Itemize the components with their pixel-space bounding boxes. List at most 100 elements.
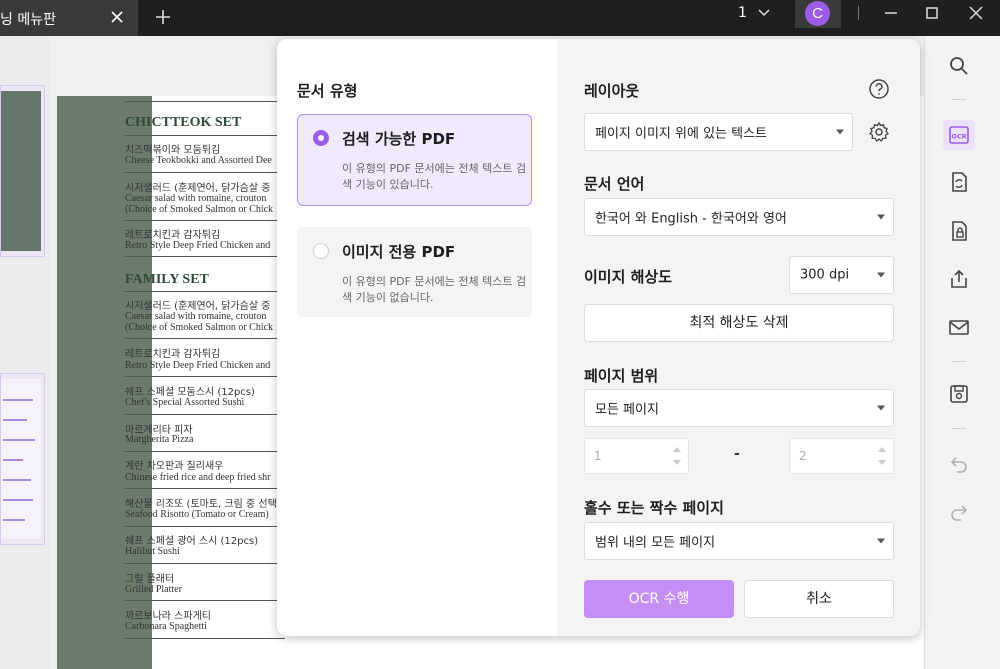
option-searchable-pdf[interactable]: 검색 가능한 PDF 이 유형의 PDF 문서에는 전체 텍스트 검색 기능이 … [297,114,532,206]
option-image-only-pdf[interactable]: 이미지 전용 PDF 이 유형의 PDF 문서에는 전체 텍스트 검색 기능이 … [297,227,532,317]
menu-item-en: (Choice of Smoked Salmon or Chick [125,322,274,333]
menu-item-ko: 쉐프 스페셜 광어 스시 (12pcs) [125,536,259,547]
undo-icon[interactable] [947,452,971,476]
menu-item-en: Chinese fried rice and deep fried shr [125,472,271,483]
page-range-value: 모든 페이지 [595,402,659,418]
menu-item-ko: 치즈떡볶이와 모둠튀김 [125,145,221,156]
menu-item-en: Margherita Pizza [125,434,194,445]
rail-divider [952,428,966,429]
rail-divider [952,99,966,100]
account-button[interactable]: C [795,0,841,28]
caret-down-icon [877,272,885,278]
protect-icon[interactable] [947,219,971,243]
menu-item-ko: 까르보나라 스파게티 [125,611,211,622]
menu-item-ko: 쉐프 스페셜 모둠스시 (12pcs) [125,387,255,398]
stepper-up-icon[interactable] [878,447,886,452]
menu-section-title: FAMILY SET [125,272,209,287]
range-separator: - [734,446,740,462]
range-to-stepper[interactable]: 2 [789,438,894,474]
thumbnail-image [1,379,41,539]
mail-icon[interactable] [947,315,971,339]
range-from-stepper[interactable]: 1 [584,438,689,474]
language-select[interactable]: 한국어 와 English - 한국어와 영어 [584,198,894,236]
doc-type-heading: 문서 유형 [297,82,358,100]
menu-item-en: Halibut Sushi [125,546,180,557]
menu-item-en: Carbonara Spaghetti [125,621,207,632]
menu-item-ko: 그릴 플래터 [125,574,175,585]
cancel-button[interactable]: 취소 [744,580,894,618]
resolution-heading: 이미지 해상도 [584,268,673,286]
option-title: 검색 가능한 PDF [342,130,456,148]
odd-even-select[interactable]: 범위 내의 모든 페이지 [584,522,894,560]
save-icon[interactable] [947,382,971,406]
menu-item-ko: 시저샐러드 (훈제연어, 닭가슴살 중 [125,301,271,312]
menu-item-ko: 시저샐러드 (훈제연어, 닭가슴살 중 [125,183,271,194]
layout-select[interactable]: 페이지 이미지 위에 있는 텍스트 [584,113,853,151]
menu-item-en: Chef's Special Assorted Sushi [125,397,245,408]
svg-text:OCR: OCR [951,133,966,141]
gear-icon[interactable] [868,121,890,143]
menu-item-en: Retro Style Deep Fried Chicken and [125,360,271,371]
stepper-down-icon[interactable] [878,460,886,465]
menu-item-ko: 해산물 리조또 (토마토, 크림 중 선택 [125,499,277,510]
page-range-heading: 페이지 범위 [584,367,659,385]
ocr-settings-panel: 레이아웃 페이지 이미지 위에 있는 텍스트 문서 언어 한국어 와 Engli… [557,39,920,636]
menu-section-title: CHICTTEOK SET [125,115,242,130]
menu-item-ko: 레트로치킨과 감자튀김 [125,349,221,360]
window-count[interactable]: 1 [738,5,747,21]
menu-item-en: Seafood Risotto (Tomato or Cream) [125,509,269,520]
convert-icon[interactable] [947,170,971,194]
ocr-dialog: 문서 유형 검색 가능한 PDF 이 유형의 PDF 문서에는 전체 텍스트 검… [277,39,920,636]
search-icon[interactable] [947,54,971,78]
caret-down-icon [877,405,885,411]
maximize-icon[interactable] [922,3,942,23]
language-value: 한국어 와 English - 한국어와 영어 [595,211,787,227]
page-thumbnail-1[interactable] [0,85,45,257]
redo-icon[interactable] [947,500,971,524]
menu-item-en: (Choice of Smoked Salmon or Chick [125,204,274,215]
layout-heading: 레이아웃 [584,82,640,100]
odd-even-value: 범위 내의 모든 페이지 [595,535,716,551]
radio-selected[interactable] [313,130,329,146]
resolution-value: 300 dpi [800,267,850,283]
new-tab-icon[interactable] [152,6,174,28]
page-thumbnail-2[interactable] [0,373,45,545]
resolution-select[interactable]: 300 dpi [789,256,894,294]
menu-item-ko: 레트로치킨과 감자튀김 [125,230,221,241]
document-tab[interactable]: 닝 메뉴판 [0,0,138,36]
layout-value: 페이지 이미지 위에 있는 텍스트 [595,126,768,142]
help-icon[interactable] [868,78,890,100]
close-window-icon[interactable] [966,3,986,23]
close-tab-icon[interactable] [108,8,126,26]
rail-divider [952,361,966,362]
menu-item-en: Cheese Teokbokki and Assorted Dee [125,155,272,166]
option-description: 이 유형의 PDF 문서에는 전체 텍스트 검색 기능이 있습니다. [342,162,527,191]
optimize-resolution-button[interactable]: 최적 해상도 삭제 [584,304,894,342]
titlebar-divider [858,6,859,20]
avatar: C [805,1,830,26]
perform-ocr-button[interactable]: OCR 수행 [584,580,734,618]
menu-item-ko: 계란 차오판과 칠리새우 [125,461,224,472]
ocr-icon[interactable]: OCR [947,123,971,147]
range-to-value: 2 [799,449,807,463]
language-heading: 문서 언어 [584,175,645,193]
thumbnail-image [1,91,41,251]
share-icon[interactable] [947,267,971,291]
page-range-select[interactable]: 모든 페이지 [584,389,894,427]
radio-unselected[interactable] [313,243,329,259]
minimize-icon[interactable] [881,3,901,23]
tool-rail: OCR [924,36,1000,669]
caret-down-icon [877,538,885,544]
document-type-panel: 문서 유형 검색 가능한 PDF 이 유형의 PDF 문서에는 전체 텍스트 검… [277,39,557,636]
stepper-down-icon[interactable] [673,460,681,465]
menu-item-en: Caesar salad with romaine, crouton [125,193,267,204]
range-from-value: 1 [594,449,602,463]
odd-even-heading: 홀수 또는 짝수 페이지 [584,499,724,517]
chevron-down-icon[interactable] [756,5,772,21]
menu-item-en: Caesar salad with romaine, crouton [125,311,267,322]
caret-down-icon [877,214,885,220]
stepper-up-icon[interactable] [673,447,681,452]
option-title: 이미지 전용 PDF [342,243,456,261]
menu-item-en: Grilled Platter [125,584,182,595]
option-description: 이 유형의 PDF 문서에는 전체 텍스트 검색 기능이 없습니다. [342,275,527,304]
